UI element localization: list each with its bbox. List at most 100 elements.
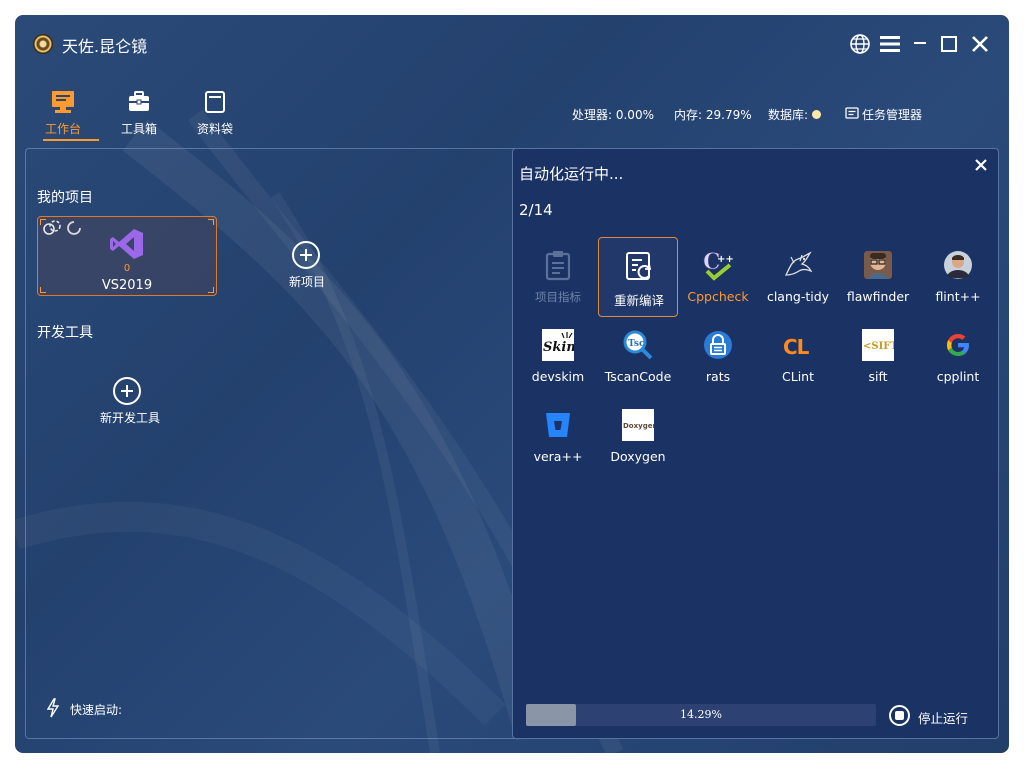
new-devtool-button[interactable]: 新开发工具 <box>95 377 165 427</box>
svg-text:Doxygen: Doxygen <box>623 422 654 430</box>
tool-label: flint++ <box>935 289 981 304</box>
quick-launch-label: 快速启动: <box>70 703 123 717</box>
svg-text:CL: CL <box>783 335 810 359</box>
cpu-usage: 处理器: 0.00% <box>572 108 654 122</box>
tab-toolbox[interactable]: 工具箱 <box>109 87 169 157</box>
tool-sift[interactable]: <SIFT> sift <box>838 317 918 397</box>
tool-label: Doxygen <box>610 449 666 464</box>
tool-label: devskim <box>531 369 585 384</box>
new-project-label: 新项目 <box>288 275 325 289</box>
task-manager-button[interactable]: 任务管理器 <box>845 104 945 124</box>
doxygen-icon: Doxygen <box>622 409 654 441</box>
task-manager-icon <box>845 107 859 119</box>
tool-label: rats <box>705 369 731 384</box>
svg-text:Tsc: Tsc <box>628 339 645 349</box>
new-devtool-label: 新开发工具 <box>99 411 160 425</box>
progress-text: 14.29% <box>680 708 722 721</box>
toolbox-icon <box>129 91 149 111</box>
clint-icon: CL <box>783 335 811 359</box>
tool-devskim[interactable]: Skim devskim <box>518 317 598 397</box>
close-icon[interactable] <box>967 31 993 57</box>
tool-recompile[interactable]: 重新编译 <box>598 237 678 317</box>
active-tab-indicator <box>43 139 99 141</box>
svg-text:++: ++ <box>717 254 734 265</box>
tab-label: 资料袋 <box>196 122 233 136</box>
tool-label: flawfinder <box>846 289 910 304</box>
add-icon <box>292 241 320 269</box>
flawfinder-avatar-icon <box>864 251 892 279</box>
svg-text:<SIFT>: <SIFT> <box>863 341 894 352</box>
tool-cppcheck[interactable]: C ++ Cppcheck <box>678 237 758 317</box>
flint-avatar-icon <box>944 251 972 279</box>
tool-label: 重新编译 <box>613 293 664 308</box>
dragon-icon <box>784 251 813 276</box>
visual-studio-icon <box>110 229 143 259</box>
cppcheck-icon: C++ <box>703 249 734 281</box>
stop-run-label: 停止运行 <box>918 711 969 726</box>
tool-rats[interactable]: rats <box>678 317 758 397</box>
tool-label: CLint <box>782 369 814 384</box>
sift-icon: <SIFT> <box>862 329 894 361</box>
app-title: 天佐.昆仑镜 <box>62 37 148 56</box>
stop-icon <box>889 705 910 726</box>
tool-label: Cppcheck <box>687 289 749 304</box>
task-manager-label: 任务管理器 <box>862 108 923 122</box>
stop-run-button[interactable]: 停止运行 <box>889 705 979 727</box>
project-count: 0 <box>123 263 131 274</box>
automation-counter: 2/14 <box>519 201 553 219</box>
tool-label: cpplint <box>936 369 980 384</box>
folder-bag-icon <box>205 91 225 113</box>
database-status: 数据库: <box>768 108 809 122</box>
tool-vera[interactable]: vera++ <box>518 397 598 477</box>
tool-cpplint[interactable]: cpplint <box>918 317 998 397</box>
project-name: VS2019 <box>101 278 153 293</box>
title-bar: 天佐.昆仑镜 <box>15 15 1009 73</box>
tool-clint[interactable]: CL CLint <box>758 317 838 397</box>
tool-clang-tidy[interactable]: clang-tidy <box>758 237 838 317</box>
project-card-vs2019[interactable]: 0 VS2019 <box>37 216 217 296</box>
app-logo-icon <box>33 34 53 54</box>
tab-workbench[interactable]: 工作台 <box>33 87 93 157</box>
app-window: 天佐.昆仑镜 工作台 工具箱 资料袋 处理器: 0.00% 内存: 29.79%… <box>15 15 1009 753</box>
loading-spinner-icon <box>67 221 81 235</box>
tool-label: 项目指标 <box>535 290 581 304</box>
database-status-dot-icon <box>812 110 821 119</box>
progress-bar: 14.29% <box>526 704 876 726</box>
tool-doxygen[interactable]: Doxygen Doxygen <box>598 397 678 477</box>
tool-tscancode[interactable]: Tsc TscanCode <box>598 317 678 397</box>
tool-label: sift <box>868 369 888 384</box>
tool-flint[interactable]: flint++ <box>918 237 998 317</box>
tool-flawfinder[interactable]: flawfinder <box>838 237 918 317</box>
automation-title: 自动化运行中... <box>519 165 624 183</box>
devskim-icon: Skim <box>542 329 574 361</box>
tool-label: TscanCode <box>604 369 672 384</box>
tool-label: vera++ <box>533 449 583 464</box>
tab-label: 工作台 <box>44 122 81 136</box>
language-globe-icon[interactable] <box>847 31 873 57</box>
menu-icon[interactable] <box>877 31 903 57</box>
add-icon <box>113 377 141 405</box>
tool-label: clang-tidy <box>766 289 830 304</box>
svg-text:Skim: Skim <box>543 340 574 355</box>
automation-panel: 自动化运行中... 2/14 项目指标 重新编译 C ++ Cppcheck cl… <box>512 148 999 739</box>
tab-resources[interactable]: 资料袋 <box>185 87 245 157</box>
projects-section-title: 我的项目 <box>37 190 93 206</box>
recompile-icon <box>626 252 652 280</box>
tscancode-icon: Tsc <box>623 330 653 360</box>
tab-label: 工具箱 <box>120 122 157 136</box>
tool-project-metrics: 项目指标 <box>518 237 598 317</box>
maximize-icon[interactable] <box>936 31 962 57</box>
lightning-icon <box>46 698 60 718</box>
google-icon <box>947 334 969 356</box>
clipboard-icon <box>545 251 571 281</box>
link-settings-icon[interactable] <box>42 219 62 237</box>
card-corner <box>208 219 214 225</box>
rats-icon <box>704 331 732 359</box>
new-project-button[interactable]: 新项目 <box>285 241 329 289</box>
monitor-icon <box>52 91 74 113</box>
minimize-icon[interactable] <box>907 31 933 57</box>
devtools-section-title: 开发工具 <box>37 325 93 341</box>
vera-icon <box>546 413 570 437</box>
memory-usage: 内存: 29.79% <box>674 108 752 122</box>
panel-close-icon[interactable] <box>971 157 991 177</box>
